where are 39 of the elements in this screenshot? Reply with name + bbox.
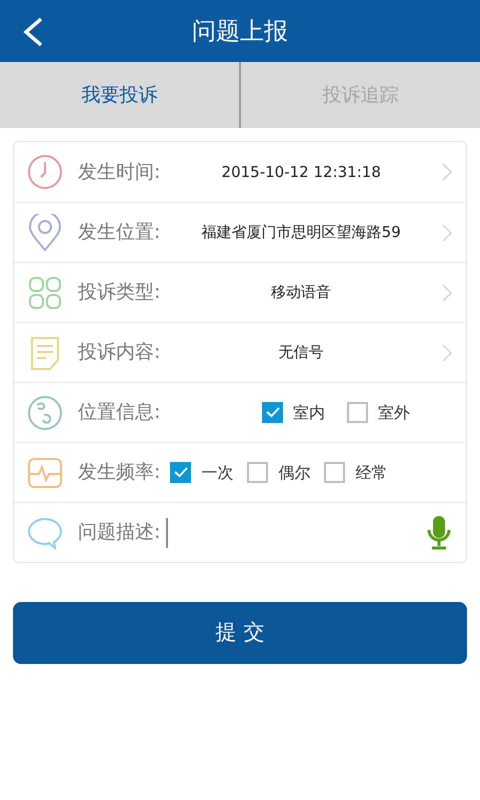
- checkmark-icon: [174, 467, 188, 478]
- field-label: 投诉类型:: [78, 280, 160, 306]
- checkbox-label: 室外: [378, 402, 410, 424]
- checkbox-label: 室内: [293, 402, 325, 424]
- field-value[interactable]: 2015-10-12 12:31:18: [222, 160, 381, 184]
- checkbox[interactable]: [247, 462, 268, 483]
- field-label: 问题描述:: [78, 520, 160, 546]
- submit-button[interactable]: 提 交: [13, 602, 467, 664]
- field-value[interactable]: 移动语音: [271, 281, 332, 304]
- field-value[interactable]: 福建省厦门市思明区望海路59: [202, 221, 401, 244]
- checkbox-label: 偶尔: [278, 462, 310, 484]
- field-label: 位置信息:: [78, 400, 160, 426]
- chevron-right-icon: [442, 224, 452, 242]
- field-label: 发生时间:: [78, 160, 160, 185]
- note-icon: [28, 334, 62, 370]
- page-title: 问题上报: [192, 16, 288, 47]
- location-pin-icon: [28, 214, 62, 252]
- field-value[interactable]: 无信号: [278, 341, 324, 364]
- field-label: 发生频率:: [78, 460, 160, 486]
- chat-bubble-icon: [27, 516, 63, 550]
- back-icon[interactable]: [22, 17, 44, 47]
- checkbox[interactable]: [347, 402, 368, 423]
- field-label: 投诉内容:: [78, 340, 160, 366]
- tab[interactable]: 我要投诉: [0, 62, 239, 128]
- checkmark-icon: [266, 407, 280, 418]
- chevron-right-icon: [442, 163, 452, 181]
- checkbox[interactable]: [170, 462, 192, 483]
- microphone-icon[interactable]: [426, 514, 452, 550]
- checkbox[interactable]: [262, 402, 283, 423]
- globe-icon: [27, 394, 63, 430]
- checkbox[interactable]: [324, 462, 346, 483]
- pulse-icon: [27, 456, 63, 488]
- chevron-right-icon: [442, 344, 452, 362]
- chevron-right-icon: [442, 284, 452, 302]
- field-label: 发生位置:: [78, 220, 160, 246]
- checkbox-label: 一次: [201, 462, 234, 484]
- clock-icon: [27, 154, 63, 190]
- checkbox-label: 经常: [355, 462, 388, 484]
- grid-icon: [28, 276, 62, 310]
